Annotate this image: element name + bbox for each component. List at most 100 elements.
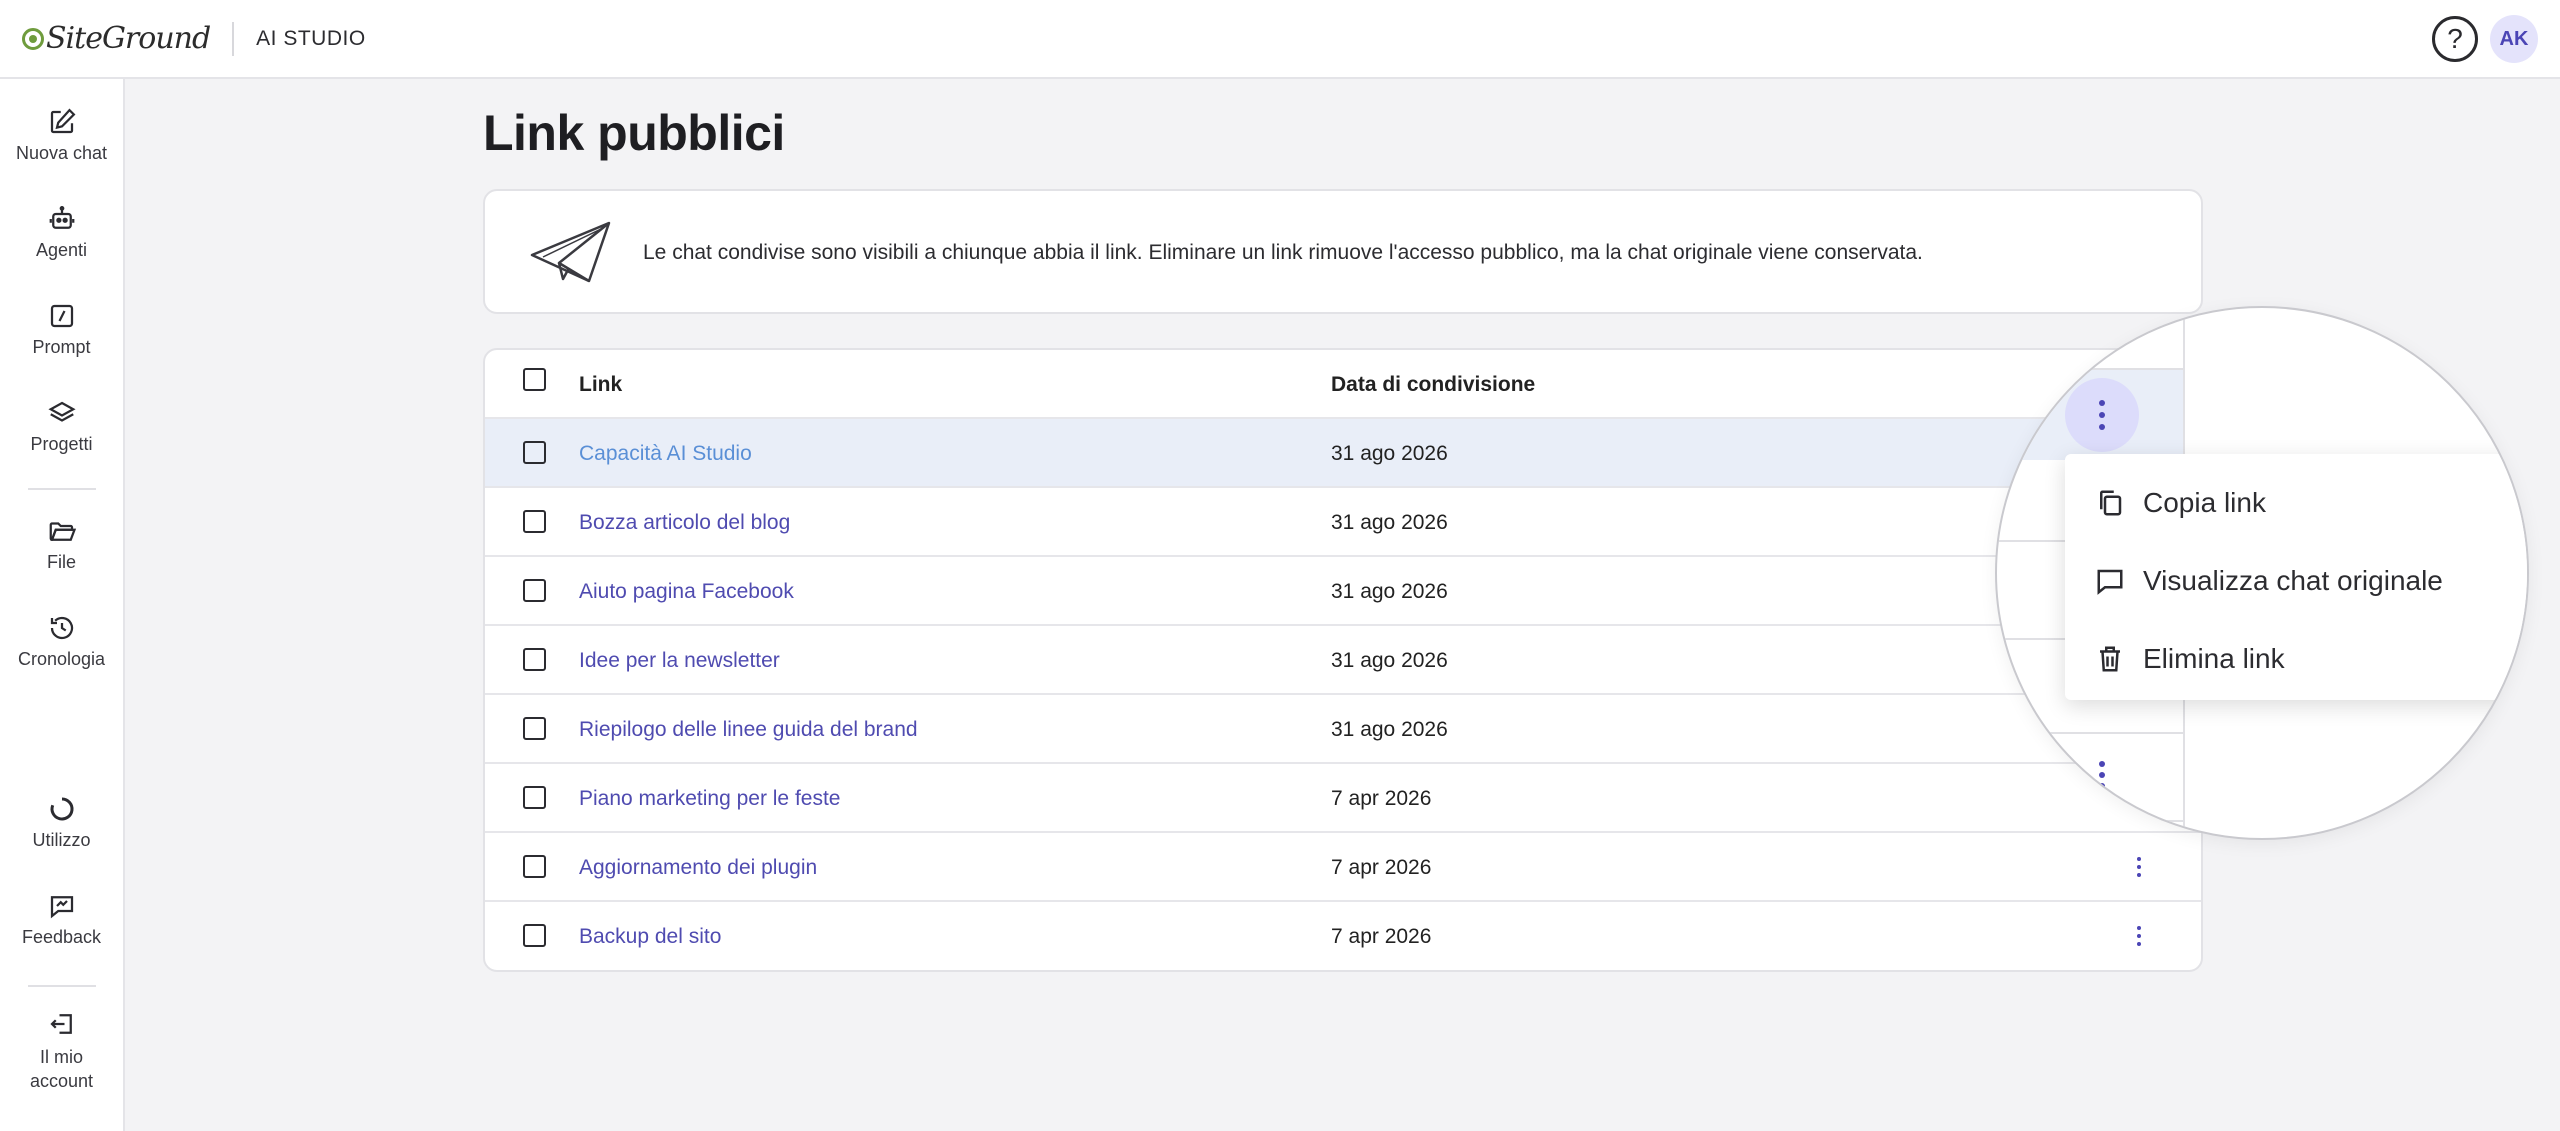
dot (2099, 400, 2105, 406)
siteground-logo-icon (22, 27, 44, 50)
table-row[interactable]: Riepilogo delle linee guida del brand 31… (485, 695, 2201, 764)
share-date: 7 apr 2026 (1331, 856, 1432, 879)
dot (2099, 761, 2105, 767)
sidebar-item-label: Feedback (21, 927, 102, 947)
robot-icon (49, 206, 74, 229)
menu-item-copy-link[interactable]: Copia link (2065, 468, 2527, 538)
row-checkbox[interactable] (523, 441, 546, 464)
paper-plane-icon (530, 221, 611, 283)
sidebar-divider (28, 488, 96, 490)
dot (2099, 783, 2105, 789)
help-icon: ? (2447, 23, 2463, 54)
menu-item-delete-link[interactable]: Elimina link (2065, 624, 2527, 694)
sidebar-item-agenti[interactable]: Agenti (0, 204, 123, 261)
row-checkbox[interactable] (523, 924, 546, 947)
table-row[interactable]: Aggiornamento dei plugin 7 apr 2026 (485, 833, 2201, 902)
table-row[interactable]: Aiuto pagina Facebook 31 ago 2026 (485, 557, 2201, 626)
share-date: 31 ago 2026 (1331, 442, 1448, 465)
select-all-checkbox[interactable] (523, 368, 546, 391)
sidebar-item-label: Prompt (32, 337, 91, 357)
app-title: AI STUDIO (256, 26, 366, 50)
share-date: 31 ago 2026 (1331, 511, 1448, 534)
mag-row-line (1997, 820, 2185, 822)
mag-header-row (1997, 308, 2185, 370)
table-row[interactable]: Capacità AI Studio 31 ago 2026 (485, 419, 2201, 488)
logo-text: SiteGround (46, 21, 211, 56)
row-actions-button-active[interactable] (2065, 378, 2139, 452)
link-title[interactable]: Aggiornamento dei plugin (579, 856, 817, 880)
dot (2099, 412, 2105, 418)
menu-item-view-original-chat[interactable]: Visualizza chat originale (2065, 546, 2527, 616)
siteground-logo[interactable]: SiteGround (22, 21, 211, 56)
sidebar-item-cronologia[interactable]: Cronologia (0, 613, 123, 670)
sidebar-item-nuova-chat[interactable]: Nuova chat (0, 107, 123, 164)
layers-icon (47, 401, 76, 422)
shared-links-table: Link Data di condivisione Capacità AI St… (483, 348, 2203, 972)
sidebar-item-account[interactable]: Il mio account (0, 1009, 123, 1093)
link-title[interactable]: Aiuto pagina Facebook (579, 580, 794, 604)
info-banner: Le chat condivise sono visibili a chiunq… (483, 189, 2203, 314)
share-date: 7 apr 2026 (1331, 787, 1432, 810)
sidebar: Nuova chat Agenti Prompt Progetti File C… (0, 79, 125, 1131)
edit-icon (50, 108, 75, 134)
share-date: 31 ago 2026 (1331, 580, 1448, 603)
dot (2099, 772, 2105, 778)
folder-icon (49, 522, 76, 541)
sidebar-item-label: Nuova chat (15, 143, 108, 163)
table-row[interactable]: Backup del sito 7 apr 2026 (485, 902, 2201, 970)
row-checkbox[interactable] (523, 579, 546, 602)
column-header-link[interactable]: Link (579, 373, 622, 397)
row-checkbox[interactable] (523, 786, 546, 809)
magnifier-overlay: Copia link Visualizza chat originale Eli… (1995, 306, 2529, 840)
table-row[interactable]: Idee per la newsletter 31 ago 2026 (485, 626, 2201, 695)
share-date: 7 apr 2026 (1331, 925, 1432, 948)
help-button[interactable]: ? (2432, 16, 2478, 62)
feedback-icon (50, 896, 73, 919)
sidebar-item-prompt[interactable]: Prompt (0, 301, 123, 358)
link-title[interactable]: Piano marketing per le feste (579, 787, 840, 811)
sidebar-item-utilizzo[interactable]: Utilizzo (0, 794, 123, 851)
logout-icon (49, 1014, 72, 1034)
trash-icon (2100, 646, 2120, 672)
menu-item-label: Copia link (2143, 487, 2266, 518)
dot (2137, 934, 2141, 938)
info-text: Le chat condivise sono visibili a chiunq… (643, 241, 1923, 264)
link-title[interactable]: Capacità AI Studio (579, 442, 752, 466)
menu-item-label: Visualizza chat originale (2143, 565, 2443, 596)
dot (2137, 857, 2141, 861)
row-actions-button[interactable] (2125, 922, 2153, 950)
link-title[interactable]: Backup del sito (579, 925, 721, 949)
table-header-row: Link Data di condivisione (485, 350, 2201, 419)
row-checkbox[interactable] (523, 648, 546, 671)
link-title[interactable]: Idee per la newsletter (579, 649, 780, 673)
menu-item-label: Elimina link (2143, 643, 2285, 674)
row-actions-button[interactable] (2087, 760, 2117, 790)
dot (2137, 926, 2141, 930)
sidebar-divider (28, 985, 96, 987)
sidebar-item-label: Agenti (35, 240, 88, 260)
row-checkbox[interactable] (523, 510, 546, 533)
table-row[interactable]: Bozza articolo del blog 31 ago 2026 (485, 488, 2201, 557)
copy-icon (2100, 490, 2122, 516)
sidebar-item-file[interactable]: File (0, 516, 123, 573)
chat-bubble-icon (2097, 569, 2123, 595)
sidebar-item-label: Cronologia (17, 649, 106, 669)
share-date: 31 ago 2026 (1331, 718, 1448, 741)
row-checkbox[interactable] (523, 855, 546, 878)
avatar[interactable]: AK (2490, 15, 2538, 63)
sidebar-item-label: Il mio account (29, 1047, 94, 1091)
sidebar-item-progetti[interactable]: Progetti (0, 398, 123, 455)
sidebar-item-feedback[interactable]: Feedback (0, 891, 123, 948)
column-header-date[interactable]: Data di condivisione (1331, 373, 1535, 397)
prompt-icon (50, 304, 73, 328)
table-row[interactable]: Piano marketing per le feste 7 apr 2026 (485, 764, 2201, 833)
sidebar-item-label: File (46, 552, 76, 572)
row-actions-button[interactable] (2125, 853, 2153, 881)
row-checkbox[interactable] (523, 717, 546, 740)
sidebar-item-label: Progetti (30, 434, 93, 454)
dot (2137, 865, 2141, 869)
link-title[interactable]: Bozza articolo del blog (579, 511, 790, 535)
link-title[interactable]: Riepilogo delle linee guida del brand (579, 718, 918, 742)
mag-row-line (1997, 732, 2185, 734)
usage-icon (50, 797, 74, 821)
